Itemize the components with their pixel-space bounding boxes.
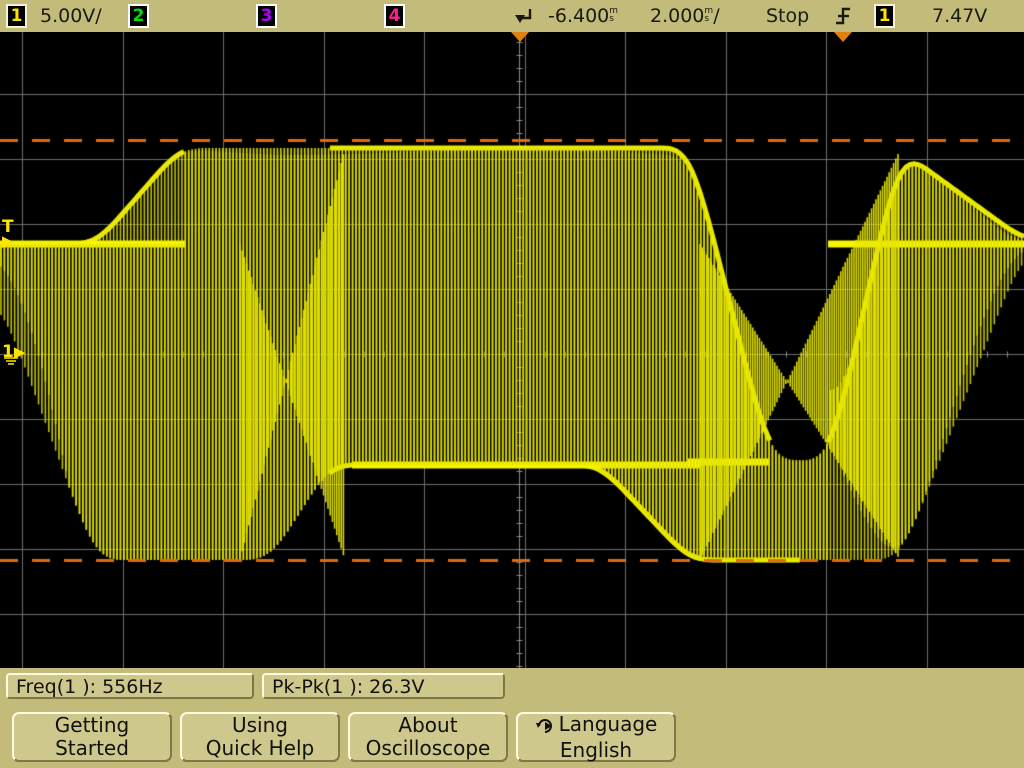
delay-unit: ms xyxy=(609,7,618,24)
softkey-about-oscilloscope[interactable]: About Oscilloscope xyxy=(348,712,508,762)
timebase-readout[interactable]: 2.000 m s / xyxy=(650,4,720,28)
softkey-using-quick-help-line2: Quick Help xyxy=(205,736,315,760)
softkey-getting-started[interactable]: Getting Started xyxy=(12,712,172,762)
top-status-bar: 1 5.00V/ 2 3 4 -6.400 m s 2.000 m s / Stop xyxy=(0,0,1024,32)
trigger-delay-icon xyxy=(512,6,534,32)
softkey-language-line2: English xyxy=(559,737,633,762)
softkey-language-line1: Language xyxy=(518,711,674,739)
delay-readout[interactable]: -6.400 m s xyxy=(548,4,618,28)
cursor-lines xyxy=(0,32,1024,668)
channel-4-label: 4 xyxy=(388,6,401,26)
channel-3-button[interactable]: 3 xyxy=(256,4,277,28)
timebase-value: 2.000 xyxy=(650,5,705,27)
ground-marker-label: 1 xyxy=(2,342,14,362)
softkey-about-oscilloscope-line2: Oscilloscope xyxy=(365,736,491,760)
pkpk-measurement[interactable]: Pk-Pk(1 ): 26.3V xyxy=(262,673,505,699)
delay-unit-bottom: s xyxy=(609,14,614,24)
softkey-language-text: Language xyxy=(558,711,658,736)
channel-2-button[interactable]: 2 xyxy=(128,4,149,28)
channel-1-button[interactable]: 1 xyxy=(6,4,27,28)
softkey-using-quick-help-line1: Using xyxy=(232,713,288,737)
softkey-using-quick-help[interactable]: Using Quick Help xyxy=(180,712,340,762)
softkey-language[interactable]: Language English xyxy=(516,712,676,762)
softkey-getting-started-line1: Getting xyxy=(54,713,130,737)
softkey-getting-started-line2: Started xyxy=(55,736,129,760)
timebase-unit: ms xyxy=(704,7,713,24)
delay-value: -6.400 xyxy=(548,5,610,27)
softkey-about-oscilloscope-line1: About xyxy=(398,713,458,737)
trigger-level-readout[interactable]: 7.47V xyxy=(932,4,987,28)
timebase-unit-bottom: s xyxy=(704,14,710,24)
trigger-time-marker[interactable] xyxy=(511,32,529,42)
run-state[interactable]: Stop xyxy=(766,4,809,28)
channel-2-label: 2 xyxy=(132,6,145,26)
trigger-level-marker[interactable]: T ▶ xyxy=(2,219,14,250)
timebase-suffix: / xyxy=(713,5,720,27)
channel-3-label: 3 xyxy=(260,6,273,26)
channel-1-vertical-scale[interactable]: 5.00V/ xyxy=(40,4,102,28)
channel1-ground-marker[interactable]: 1▶ xyxy=(2,342,25,366)
waveform-display-area[interactable]: T ▶ 1▶ xyxy=(0,32,1024,668)
softkey-bar: Getting Started Using Quick Help About O… xyxy=(0,706,1024,768)
oscilloscope-screen: 1 5.00V/ 2 3 4 -6.400 m s 2.000 m s / Stop xyxy=(0,0,1024,768)
rotary-knob-icon xyxy=(535,716,555,739)
trigger-source-label: 1 xyxy=(878,6,891,26)
freq-measurement[interactable]: Freq(1 ): 556Hz xyxy=(6,673,254,699)
channel-1-label: 1 xyxy=(10,6,23,26)
channel-4-button[interactable]: 4 xyxy=(384,4,405,28)
trigger-source-indicator[interactable]: 1 xyxy=(874,4,895,28)
trigger-level-marker-arrow: ▶ xyxy=(2,232,14,250)
measurement-bar: Freq(1 ): 556Hz Pk-Pk(1 ): 26.3V xyxy=(0,668,1024,706)
rising-edge-icon xyxy=(834,5,852,31)
delay-time-marker[interactable] xyxy=(834,32,852,42)
